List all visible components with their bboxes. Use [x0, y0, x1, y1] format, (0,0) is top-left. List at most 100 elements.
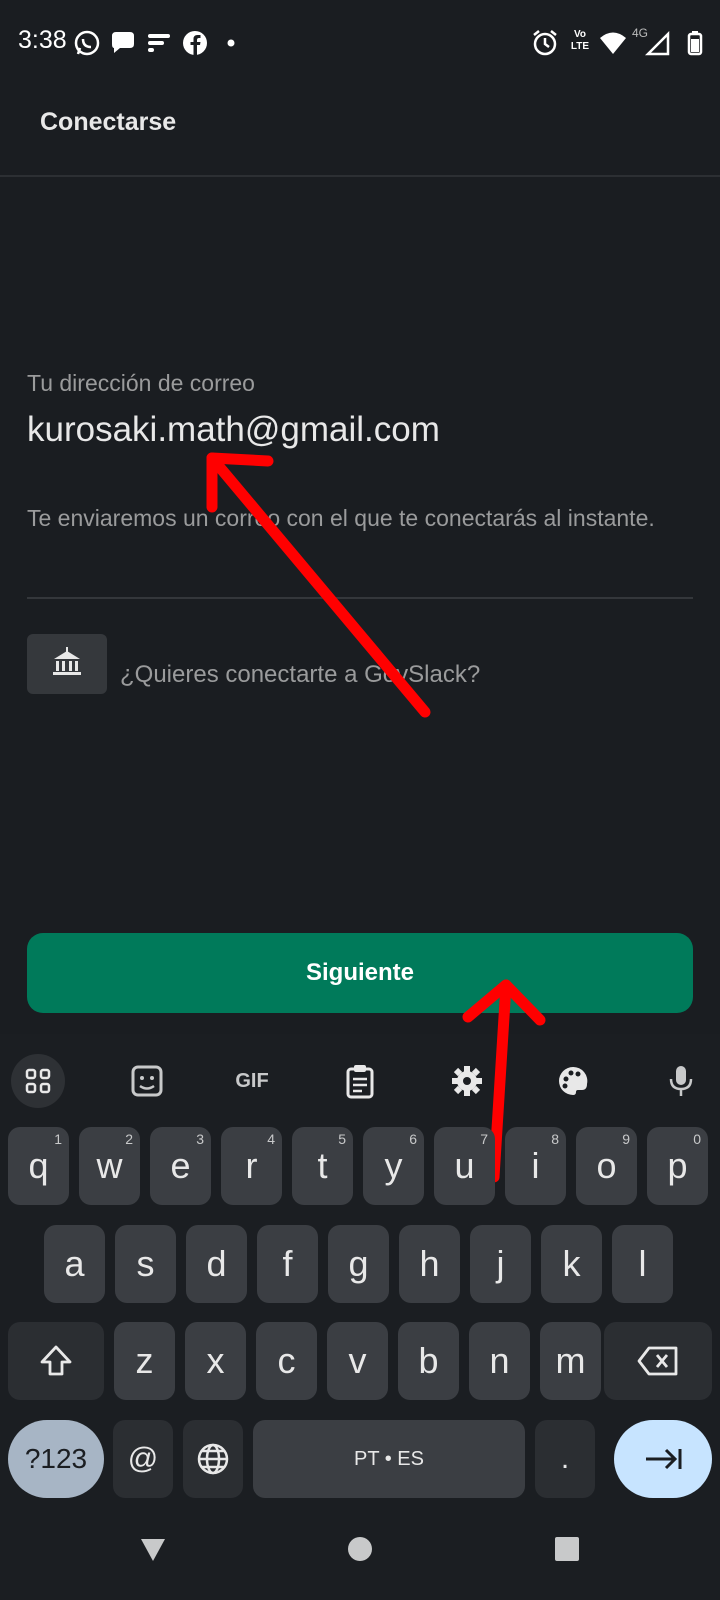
- header-divider: [0, 175, 720, 177]
- key-m[interactable]: m: [540, 1322, 601, 1400]
- key-y[interactable]: y6: [363, 1127, 424, 1205]
- symbols-key[interactable]: ?123: [8, 1420, 104, 1498]
- next-button[interactable]: Siguiente: [27, 933, 693, 1013]
- app-notification-icon: [148, 34, 170, 52]
- status-bar: 3:38 Vo LTE 4G: [0, 0, 720, 84]
- govslack-link[interactable]: ¿Quieres conectarte a GovSlack?: [120, 661, 480, 689]
- key-w[interactable]: w2: [79, 1127, 140, 1205]
- key-l[interactable]: l: [612, 1225, 673, 1303]
- apps-grid-icon[interactable]: [11, 1054, 65, 1108]
- next-button-label: Siguiente: [305, 959, 414, 986]
- key-d[interactable]: d: [186, 1225, 247, 1303]
- key-e[interactable]: e3: [150, 1127, 211, 1205]
- key-q[interactable]: q1: [8, 1127, 69, 1205]
- at-key[interactable]: @: [113, 1420, 173, 1498]
- key-label: l: [638, 1243, 647, 1284]
- key-u[interactable]: u7: [434, 1127, 495, 1205]
- key-number-hint: 9: [622, 1131, 630, 1147]
- key-label: c: [277, 1340, 296, 1381]
- key-label: i: [531, 1145, 540, 1186]
- key-number-hint: 6: [409, 1131, 417, 1147]
- key-a[interactable]: a: [44, 1225, 105, 1303]
- settings-icon[interactable]: [440, 1054, 494, 1108]
- key-label: y: [384, 1145, 403, 1186]
- key-label: s: [136, 1243, 155, 1284]
- wifi-icon: [600, 32, 626, 54]
- backspace-icon: [637, 1346, 678, 1376]
- back-nav-icon[interactable]: [138, 1534, 168, 1564]
- key-label: z: [135, 1340, 154, 1381]
- form-divider: [27, 597, 693, 599]
- sticker-icon[interactable]: [120, 1054, 174, 1108]
- key-k[interactable]: k: [541, 1225, 602, 1303]
- email-field-label: Tu dirección de correo: [27, 370, 255, 396]
- backspace-key[interactable]: [604, 1322, 712, 1400]
- globe-icon: [197, 1443, 229, 1475]
- home-nav-icon[interactable]: [345, 1534, 375, 1564]
- key-t[interactable]: t5: [292, 1127, 353, 1205]
- key-h[interactable]: h: [399, 1225, 460, 1303]
- shift-key[interactable]: [8, 1322, 104, 1400]
- key-label: k: [562, 1243, 581, 1284]
- status-time: 3:38: [18, 26, 67, 54]
- key-number-hint: 8: [551, 1131, 559, 1147]
- tab-arrow-icon: [646, 1448, 682, 1470]
- key-s[interactable]: s: [115, 1225, 176, 1303]
- key-number-hint: 0: [693, 1131, 701, 1147]
- key-label: t: [317, 1145, 328, 1186]
- page-title: Conectarse: [40, 108, 177, 136]
- key-i[interactable]: i8: [505, 1127, 566, 1205]
- key-p[interactable]: p0: [647, 1127, 708, 1205]
- recents-nav-icon[interactable]: [552, 1534, 582, 1564]
- shift-arrow-icon: [40, 1345, 72, 1376]
- key-label: h: [419, 1243, 440, 1284]
- more-notifications-dot-icon: [227, 39, 235, 47]
- key-label: e: [170, 1145, 191, 1186]
- alarm-icon: [533, 30, 557, 56]
- key-number-hint: 4: [267, 1131, 275, 1147]
- key-c[interactable]: c: [256, 1322, 317, 1400]
- key-n[interactable]: n: [469, 1322, 530, 1400]
- key-z[interactable]: z: [114, 1322, 175, 1400]
- key-number-hint: 3: [196, 1131, 204, 1147]
- gif-icon[interactable]: GIF: [225, 1054, 279, 1108]
- key-label: x: [206, 1340, 225, 1381]
- key-label: g: [348, 1243, 369, 1284]
- key-number-hint: 5: [338, 1131, 346, 1147]
- annotation-arrowhead-email: [206, 452, 274, 513]
- key-r[interactable]: r4: [221, 1127, 282, 1205]
- key-label: d: [206, 1243, 227, 1284]
- key-label: u: [454, 1145, 475, 1186]
- period-key[interactable]: .: [535, 1420, 595, 1498]
- mic-icon[interactable]: [654, 1054, 708, 1108]
- key-g[interactable]: g: [328, 1225, 389, 1303]
- clipboard-icon[interactable]: [333, 1054, 387, 1108]
- key-label: a: [64, 1243, 85, 1284]
- helper-text: Te enviaremos un correo con el que te co…: [27, 505, 655, 531]
- key-number-hint: 2: [125, 1131, 133, 1147]
- battery-icon: [687, 31, 703, 56]
- space-key[interactable]: PT • ES: [253, 1420, 525, 1498]
- email-field[interactable]: [27, 410, 687, 450]
- facebook-icon: [183, 31, 207, 55]
- key-b[interactable]: b: [398, 1322, 459, 1400]
- key-label: o: [596, 1145, 617, 1186]
- next-field-key[interactable]: [614, 1420, 712, 1498]
- volte-indicator: Vo LTE: [570, 29, 590, 52]
- palette-icon[interactable]: [546, 1054, 600, 1108]
- key-number-hint: 7: [480, 1131, 488, 1147]
- key-x[interactable]: x: [185, 1322, 246, 1400]
- govslack-icon-button[interactable]: [27, 634, 107, 694]
- key-j[interactable]: j: [470, 1225, 531, 1303]
- cell-signal-icon: [644, 30, 670, 56]
- key-label: w: [96, 1145, 123, 1186]
- chat-bubble-icon: [112, 32, 134, 53]
- key-o[interactable]: o9: [576, 1127, 637, 1205]
- whatsapp-icon: [74, 30, 100, 56]
- language-key[interactable]: [183, 1420, 243, 1498]
- key-label: f: [282, 1243, 293, 1284]
- key-v[interactable]: v: [327, 1322, 388, 1400]
- system-navigation-bar: [0, 1510, 720, 1600]
- key-f[interactable]: f: [257, 1225, 318, 1303]
- key-label: m: [555, 1340, 586, 1381]
